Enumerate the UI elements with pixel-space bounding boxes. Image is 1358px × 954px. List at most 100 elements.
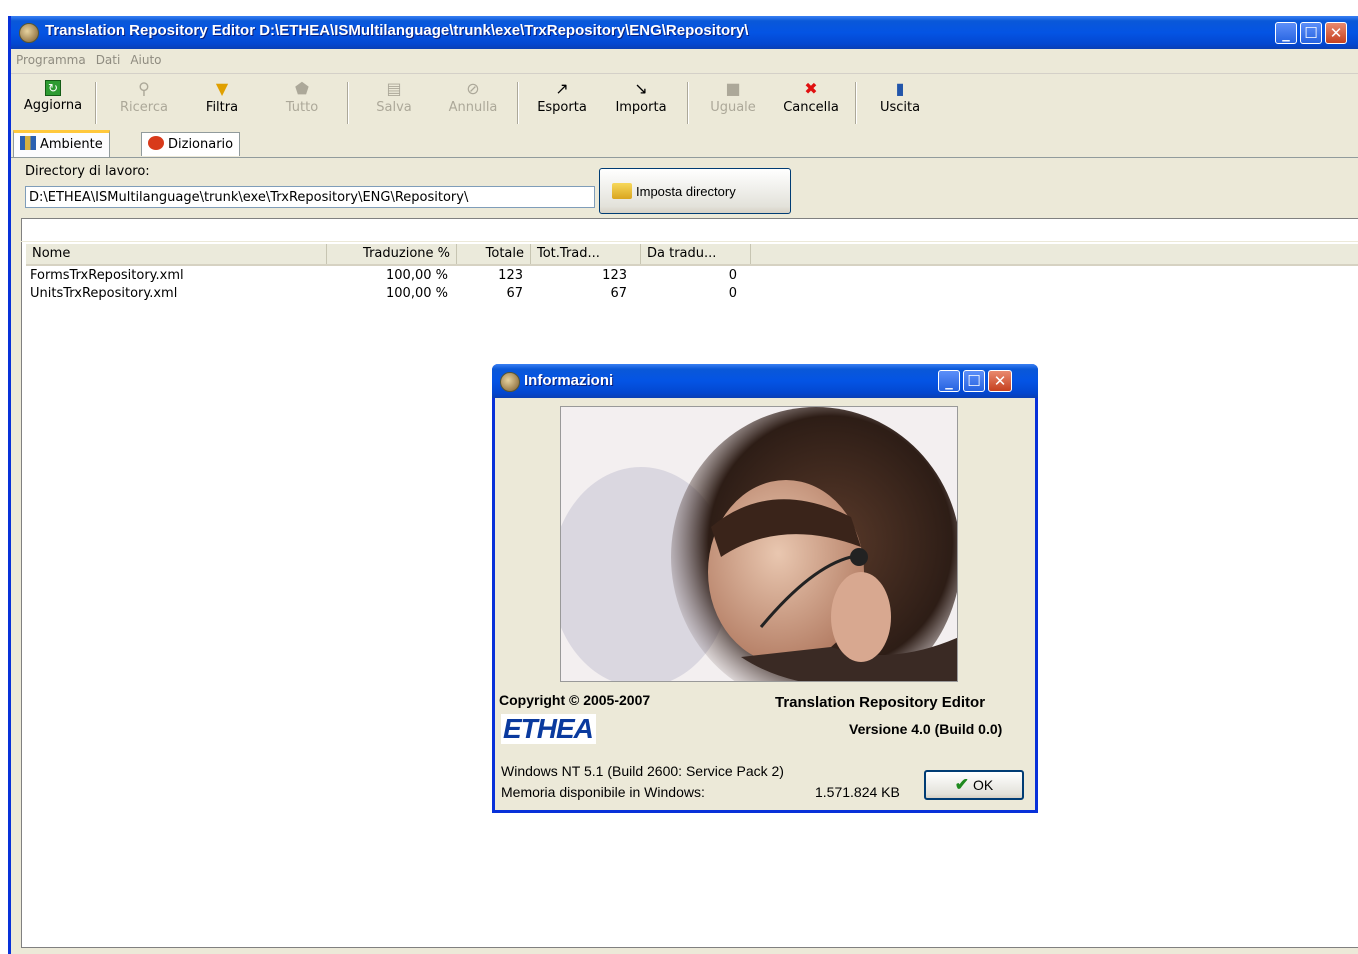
ok-label: OK bbox=[973, 777, 994, 793]
toolbar-separator bbox=[687, 82, 689, 124]
delete-x-icon: ✖ bbox=[804, 79, 818, 98]
maximize-icon: ☐ bbox=[967, 372, 981, 390]
dictionary-icon bbox=[148, 136, 164, 150]
dialog-maximize-button[interactable]: ☐ bbox=[963, 370, 985, 392]
column-tot-trad[interactable]: Tot.Trad... bbox=[531, 244, 641, 264]
tab-strip: Ambiente Dizionario bbox=[11, 130, 1358, 158]
cell-da-tradurre: 0 bbox=[728, 286, 737, 301]
cancel-circle-icon: ⊘ bbox=[466, 79, 480, 98]
checkmark-icon: ✔ bbox=[954, 775, 969, 794]
menu-programma[interactable]: Programma bbox=[11, 49, 91, 67]
version-text: Versione 4.0 (Build 0.0) bbox=[849, 721, 1003, 737]
tutto-label: Tutto bbox=[285, 100, 319, 115]
tab-dizionario-label: Dizionario bbox=[168, 137, 234, 152]
aggiorna-button[interactable]: ↻ Aggiorna bbox=[13, 80, 93, 128]
app-icon[interactable] bbox=[19, 23, 39, 43]
floppy-icon: ▤ bbox=[386, 79, 402, 98]
dialog-minimize-button[interactable]: _ bbox=[938, 370, 960, 392]
ricerca-label: Ricerca bbox=[120, 100, 168, 115]
list-header: Nome Traduzione % Totale Tot.Trad... Da … bbox=[26, 244, 1358, 266]
list-item[interactable]: FormsTrxRepository.xml 100,00 % 123 123 … bbox=[26, 267, 1358, 285]
ok-button[interactable]: ✔ OK bbox=[924, 770, 1024, 800]
imposta-directory-button[interactable]: Imposta directory bbox=[599, 168, 791, 214]
maximize-icon: ☐ bbox=[1304, 24, 1318, 42]
filter-bar bbox=[21, 218, 1358, 241]
uguale-label: Uguale bbox=[710, 100, 756, 115]
cell-nome: FormsTrxRepository.xml bbox=[30, 268, 184, 283]
toolbar-separator bbox=[517, 82, 519, 124]
export-icon: ↗ bbox=[555, 79, 569, 98]
copyright-text: Copyright © 2005-2007 bbox=[499, 692, 651, 708]
tab-ambiente[interactable]: Ambiente bbox=[13, 130, 110, 157]
importa-button[interactable]: ↘ Importa bbox=[605, 80, 677, 128]
ethea-logo-text: ETHEA bbox=[503, 714, 594, 744]
memory-value: 1.571.824 KB bbox=[815, 784, 900, 800]
cell-totale: 123 bbox=[498, 268, 523, 283]
equal-square-icon: ■ bbox=[725, 79, 741, 98]
tab-ambiente-label: Ambiente bbox=[40, 137, 103, 152]
toolbar-separator bbox=[95, 82, 97, 124]
refresh-icon: ↻ bbox=[45, 80, 61, 96]
tab-dizionario[interactable]: Dizionario bbox=[141, 132, 241, 156]
filtra-button[interactable]: ▼ Filtra bbox=[187, 80, 257, 128]
list-item[interactable]: UnitsTrxRepository.xml 100,00 % 67 67 0 bbox=[26, 285, 1358, 303]
esporta-button[interactable]: ↗ Esporta bbox=[527, 80, 597, 128]
directory-input[interactable] bbox=[25, 186, 595, 208]
main-title-bar[interactable]: Translation Repository Editor D:\ETHEA\I… bbox=[11, 16, 1358, 49]
uguale-button[interactable]: ■ Uguale bbox=[697, 80, 769, 128]
dialog-title: Informazioni bbox=[524, 372, 614, 389]
close-icon: ✕ bbox=[1329, 24, 1343, 42]
dialog-close-button[interactable]: ✕ bbox=[988, 370, 1012, 392]
window-title: Translation Repository Editor D:\ETHEA\I… bbox=[45, 22, 749, 39]
splash-photo bbox=[560, 406, 958, 682]
cell-tot-trad: 67 bbox=[610, 286, 627, 301]
cell-traduzione: 100,00 % bbox=[386, 286, 448, 301]
esporta-label: Esporta bbox=[537, 100, 587, 115]
cell-traduzione: 100,00 % bbox=[386, 268, 448, 283]
menu-aiuto[interactable]: Aiuto bbox=[125, 49, 166, 67]
minimize-button[interactable]: _ bbox=[1275, 22, 1297, 44]
operator-headset-image bbox=[561, 407, 957, 681]
column-da-tradurre[interactable]: Da tradu... bbox=[641, 244, 751, 264]
salva-label: Salva bbox=[376, 100, 412, 115]
imposta-directory-label: Imposta directory bbox=[636, 184, 736, 199]
uscita-label: Uscita bbox=[879, 100, 921, 115]
menu-dati[interactable]: Dati bbox=[91, 49, 126, 67]
os-info: Windows NT 5.1 (Build 2600: Service Pack… bbox=[501, 763, 784, 779]
maximize-button[interactable]: ☐ bbox=[1300, 22, 1322, 44]
uscita-button[interactable]: ▮ Uscita bbox=[865, 80, 935, 128]
app-icon[interactable] bbox=[500, 372, 520, 392]
column-totale[interactable]: Totale bbox=[457, 244, 531, 264]
cell-nome: UnitsTrxRepository.xml bbox=[30, 286, 178, 301]
toolbar: ↻ Aggiorna ⚲ Ricerca ▼ Filtra ⬟ Tutto ▤ … bbox=[11, 74, 1358, 130]
ricerca-button[interactable]: ⚲ Ricerca bbox=[107, 80, 181, 128]
aggiorna-label: Aggiorna bbox=[23, 98, 83, 113]
annulla-button[interactable]: ⊘ Annulla bbox=[437, 80, 509, 128]
eraser-icon: ⬟ bbox=[295, 79, 309, 98]
import-icon: ↘ bbox=[634, 79, 648, 98]
ethea-logo: ETHEA bbox=[501, 714, 596, 744]
cancella-button[interactable]: ✖ Cancella bbox=[773, 80, 849, 128]
tutto-button[interactable]: ⬟ Tutto bbox=[267, 80, 337, 128]
directory-label: Directory di lavoro: bbox=[25, 164, 150, 179]
minimize-icon: _ bbox=[945, 372, 953, 390]
cancella-label: Cancella bbox=[783, 100, 839, 115]
filtra-label: Filtra bbox=[205, 100, 239, 115]
minimize-icon: _ bbox=[1282, 24, 1290, 42]
column-nome[interactable]: Nome bbox=[26, 244, 327, 264]
dialog-title-bar[interactable]: Informazioni _ ☐ ✕ bbox=[492, 364, 1038, 398]
importa-label: Importa bbox=[615, 100, 667, 115]
salva-button[interactable]: ▤ Salva bbox=[357, 80, 431, 128]
filter-icon: ▼ bbox=[215, 79, 229, 98]
cell-da-tradurre: 0 bbox=[728, 268, 737, 283]
column-traduzione[interactable]: Traduzione % bbox=[327, 244, 457, 264]
close-button[interactable]: ✕ bbox=[1325, 22, 1347, 44]
toolbar-separator bbox=[347, 82, 349, 124]
cell-totale: 67 bbox=[506, 286, 523, 301]
toolbar-separator bbox=[855, 82, 857, 124]
exit-door-icon: ▮ bbox=[895, 79, 905, 98]
search-key-icon: ⚲ bbox=[138, 79, 150, 98]
product-name: Translation Repository Editor bbox=[775, 694, 986, 711]
folder-open-icon bbox=[612, 183, 632, 199]
about-dialog: Informazioni _ ☐ ✕ Copyright © 2005-2007… bbox=[492, 364, 1038, 813]
